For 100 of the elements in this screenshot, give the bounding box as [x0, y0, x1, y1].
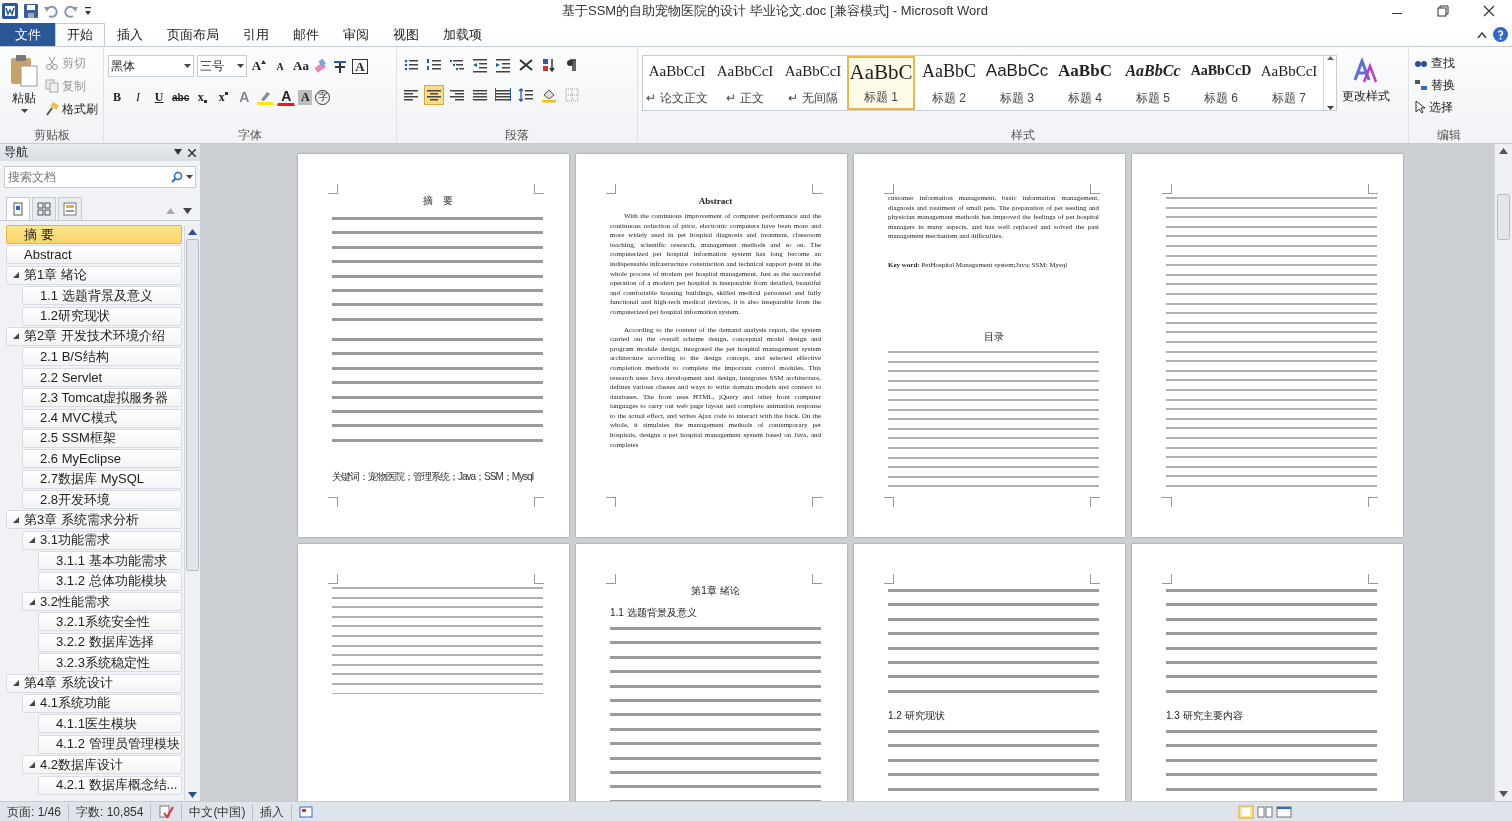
- paste-button[interactable]: 粘贴: [4, 51, 44, 127]
- next-arrow-icon[interactable]: [183, 208, 192, 214]
- heading-item[interactable]: 3.2.1系统安全性: [38, 612, 182, 632]
- heading-item[interactable]: 2.7数据库 MySQL: [22, 469, 182, 489]
- pages-tab[interactable]: [32, 197, 56, 220]
- heading-item[interactable]: Abstract: [6, 245, 182, 265]
- style-item[interactable]: AaBbCcI ↵ 正文: [711, 56, 779, 110]
- heading-item[interactable]: 2.3 Tomcat虚拟服务器: [22, 388, 182, 408]
- style-item[interactable]: AaBbCcI ↵ 无间隔: [779, 56, 847, 110]
- insert-mode-indicator[interactable]: 插入: [253, 804, 293, 820]
- language-indicator[interactable]: 中文(中国): [182, 804, 254, 820]
- expanded-triangle-icon[interactable]: [12, 516, 19, 523]
- expanded-triangle-icon[interactable]: [12, 272, 19, 279]
- heading-item[interactable]: 第1章 绪论: [6, 265, 182, 285]
- heading-item[interactable]: 3.1.2 总体功能模块: [38, 571, 182, 591]
- character-shading-button[interactable]: A: [298, 89, 313, 105]
- heading-item[interactable]: 2.2 Servlet: [22, 367, 182, 387]
- undo-icon[interactable]: [44, 4, 58, 18]
- ribbon-tab[interactable]: 开始: [55, 23, 105, 46]
- results-tab[interactable]: [58, 197, 82, 220]
- scroll-thumb[interactable]: [1497, 194, 1510, 240]
- font-size-field[interactable]: 三号: [197, 55, 247, 77]
- close-icon[interactable]: [188, 148, 196, 157]
- heading-item[interactable]: 4.1.1医生模块: [38, 714, 182, 734]
- caret-icon[interactable]: [20, 109, 28, 113]
- select-button[interactable]: 选择: [1413, 97, 1456, 117]
- style-item[interactable]: AaBbCcI ↵ 论文正文: [643, 56, 711, 110]
- phonetic-guide-icon[interactable]: [332, 58, 348, 74]
- expanded-triangle-icon[interactable]: [12, 680, 19, 687]
- heading-item[interactable]: 第3章 系统需求分析: [6, 510, 182, 530]
- ribbon-tab[interactable]: 页面布局: [155, 23, 231, 46]
- style-item[interactable]: AaBbC 标题 2: [915, 56, 983, 110]
- grow-font-button[interactable]: A: [250, 56, 268, 76]
- format-painter-button[interactable]: 格式刷: [44, 99, 99, 119]
- heading-item[interactable]: 2.4 MVC模式: [22, 408, 182, 428]
- ribbon-tab[interactable]: 文件: [0, 23, 55, 46]
- heading-item[interactable]: 摘 要: [6, 225, 182, 244]
- subscript-button[interactable]: x: [193, 87, 212, 107]
- scrollbar[interactable]: [1494, 144, 1512, 801]
- scroll-up-icon[interactable]: [1326, 56, 1334, 60]
- dropdown-caret-icon[interactable]: [186, 175, 193, 179]
- word-logo-icon[interactable]: [2, 3, 18, 19]
- strikethrough-button[interactable]: abc: [171, 87, 191, 107]
- dropdown-caret-icon[interactable]: [184, 64, 191, 68]
- ribbon-tab[interactable]: 加载项: [431, 23, 494, 46]
- italic-button[interactable]: I: [129, 87, 147, 107]
- dropdown-caret-icon[interactable]: [237, 64, 244, 68]
- underline-button[interactable]: U: [150, 87, 168, 107]
- ribbon-tab[interactable]: 插入: [105, 23, 155, 46]
- style-item[interactable]: AaBbCc 标题 5: [1119, 56, 1187, 110]
- search-field[interactable]: 搜索文档: [4, 166, 196, 188]
- heading-item[interactable]: 2.1 B/S结构: [22, 347, 182, 367]
- proofing-icon[interactable]: [158, 805, 175, 819]
- collapse-ribbon-icon[interactable]: [1477, 30, 1487, 39]
- heading-item[interactable]: 3.1功能需求: [22, 530, 182, 550]
- page-count[interactable]: 页面: 1/46: [0, 804, 70, 820]
- character-border-button[interactable]: A: [351, 56, 369, 76]
- heading-item[interactable]: 4.1系统功能: [22, 694, 182, 713]
- change-styles-button[interactable]: 更改样式: [1337, 51, 1395, 127]
- expanded-triangle-icon[interactable]: [12, 333, 19, 340]
- heading-item[interactable]: 3.2.2 数据库选择: [38, 632, 182, 652]
- web-layout-icon[interactable]: [1276, 805, 1292, 819]
- replace-button[interactable]: 替换: [1413, 75, 1456, 95]
- ribbon-tab[interactable]: 引用: [231, 23, 281, 46]
- style-item[interactable]: AaBbC 标题 4: [1051, 56, 1119, 110]
- save-icon[interactable]: [24, 4, 38, 18]
- style-item[interactable]: AaBbCcD 标题 6: [1187, 56, 1255, 110]
- heading-item[interactable]: 3.2.3系统稳定性: [38, 653, 182, 673]
- ribbon-tab[interactable]: 视图: [381, 23, 431, 46]
- ribbon-tab[interactable]: 邮件: [281, 23, 331, 46]
- word-count[interactable]: 字数: 10,854: [69, 804, 152, 820]
- pane-menu-icon[interactable]: [174, 148, 182, 155]
- redo-icon[interactable]: [64, 4, 78, 18]
- heading-item[interactable]: 2.6 MyEclipse: [22, 449, 182, 469]
- align-center-button[interactable]: [424, 85, 444, 105]
- heading-item[interactable]: 4.2.1 数据库概念结...: [38, 775, 182, 795]
- style-item[interactable]: AaBbCcI 标题 7: [1255, 56, 1323, 110]
- style-item[interactable]: AaBbC 标题 1: [847, 56, 915, 110]
- reading-view-icon[interactable]: [1257, 805, 1273, 819]
- scroll-thumb[interactable]: [186, 239, 199, 571]
- expanded-triangle-icon[interactable]: [28, 761, 35, 768]
- highlighter-icon[interactable]: [256, 89, 275, 105]
- macro-icon[interactable]: [299, 806, 314, 818]
- expanded-triangle-icon[interactable]: [28, 700, 35, 707]
- heading-item[interactable]: 4.1.2 管理员管理模块: [38, 734, 182, 754]
- help-icon[interactable]: [1493, 27, 1508, 42]
- heading-item[interactable]: 3.2性能需求: [22, 592, 182, 612]
- heading-item[interactable]: 2.8开发环境: [22, 490, 182, 510]
- heading-item[interactable]: 1.2研究现状: [22, 306, 182, 326]
- bold-button[interactable]: B: [108, 87, 126, 107]
- find-button[interactable]: 查找: [1413, 53, 1456, 73]
- ribbon-tab[interactable]: 审阅: [331, 23, 381, 46]
- expanded-triangle-icon[interactable]: [28, 598, 35, 605]
- more-icon[interactable]: [1326, 106, 1334, 110]
- expanded-triangle-icon[interactable]: [28, 537, 35, 544]
- heading-item[interactable]: 第2章 开发技术环境介绍: [6, 326, 182, 346]
- superscript-button[interactable]: x: [214, 87, 233, 107]
- scroll-down-icon[interactable]: [188, 789, 197, 801]
- search-icon[interactable]: [171, 171, 183, 183]
- font-name-field[interactable]: 黑体: [108, 55, 194, 77]
